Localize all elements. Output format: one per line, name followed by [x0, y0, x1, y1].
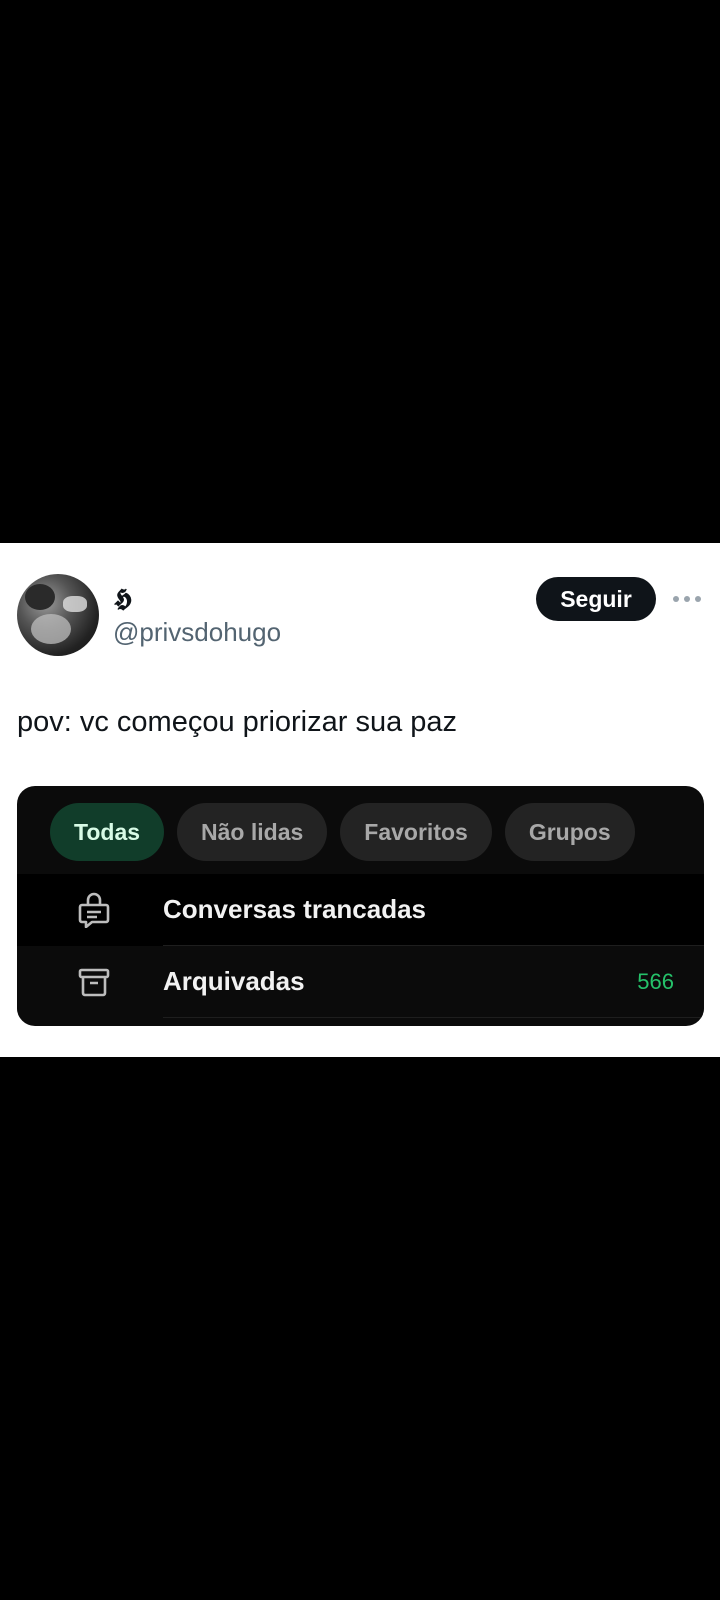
chip-todas[interactable]: Todas — [50, 803, 165, 861]
tweet-text: pov: vc começou priorizar sua paz — [17, 706, 458, 738]
display-name[interactable]: 𝕳 — [114, 583, 132, 613]
archive-icon — [78, 968, 110, 997]
chip-nao-lidas[interactable]: Não lidas — [177, 803, 328, 861]
filter-chips: Todas Não lidas Favoritos Grupos — [50, 803, 635, 861]
embedded-screenshot[interactable]: Todas Não lidas Favoritos Grupos Convers… — [17, 786, 704, 1026]
locked-chat-icon — [78, 892, 110, 928]
archived-row[interactable]: Arquivadas 566 — [17, 946, 704, 1018]
locked-chats-row[interactable]: Conversas trancadas — [17, 874, 704, 946]
tweet-card: 𝕳 @privsdohugo Seguir pov: vc começou pr… — [0, 543, 720, 1057]
user-handle[interactable]: @privsdohugo — [113, 617, 281, 648]
chip-grupos[interactable]: Grupos — [504, 803, 635, 861]
chip-favoritos[interactable]: Favoritos — [340, 803, 492, 861]
follow-button[interactable]: Seguir — [536, 577, 656, 621]
locked-chats-label: Conversas trancadas — [163, 894, 427, 924]
avatar[interactable] — [17, 574, 99, 656]
archived-count: 566 — [637, 969, 674, 994]
archived-label: Arquivadas — [163, 966, 305, 996]
more-options-icon[interactable] — [673, 595, 701, 603]
